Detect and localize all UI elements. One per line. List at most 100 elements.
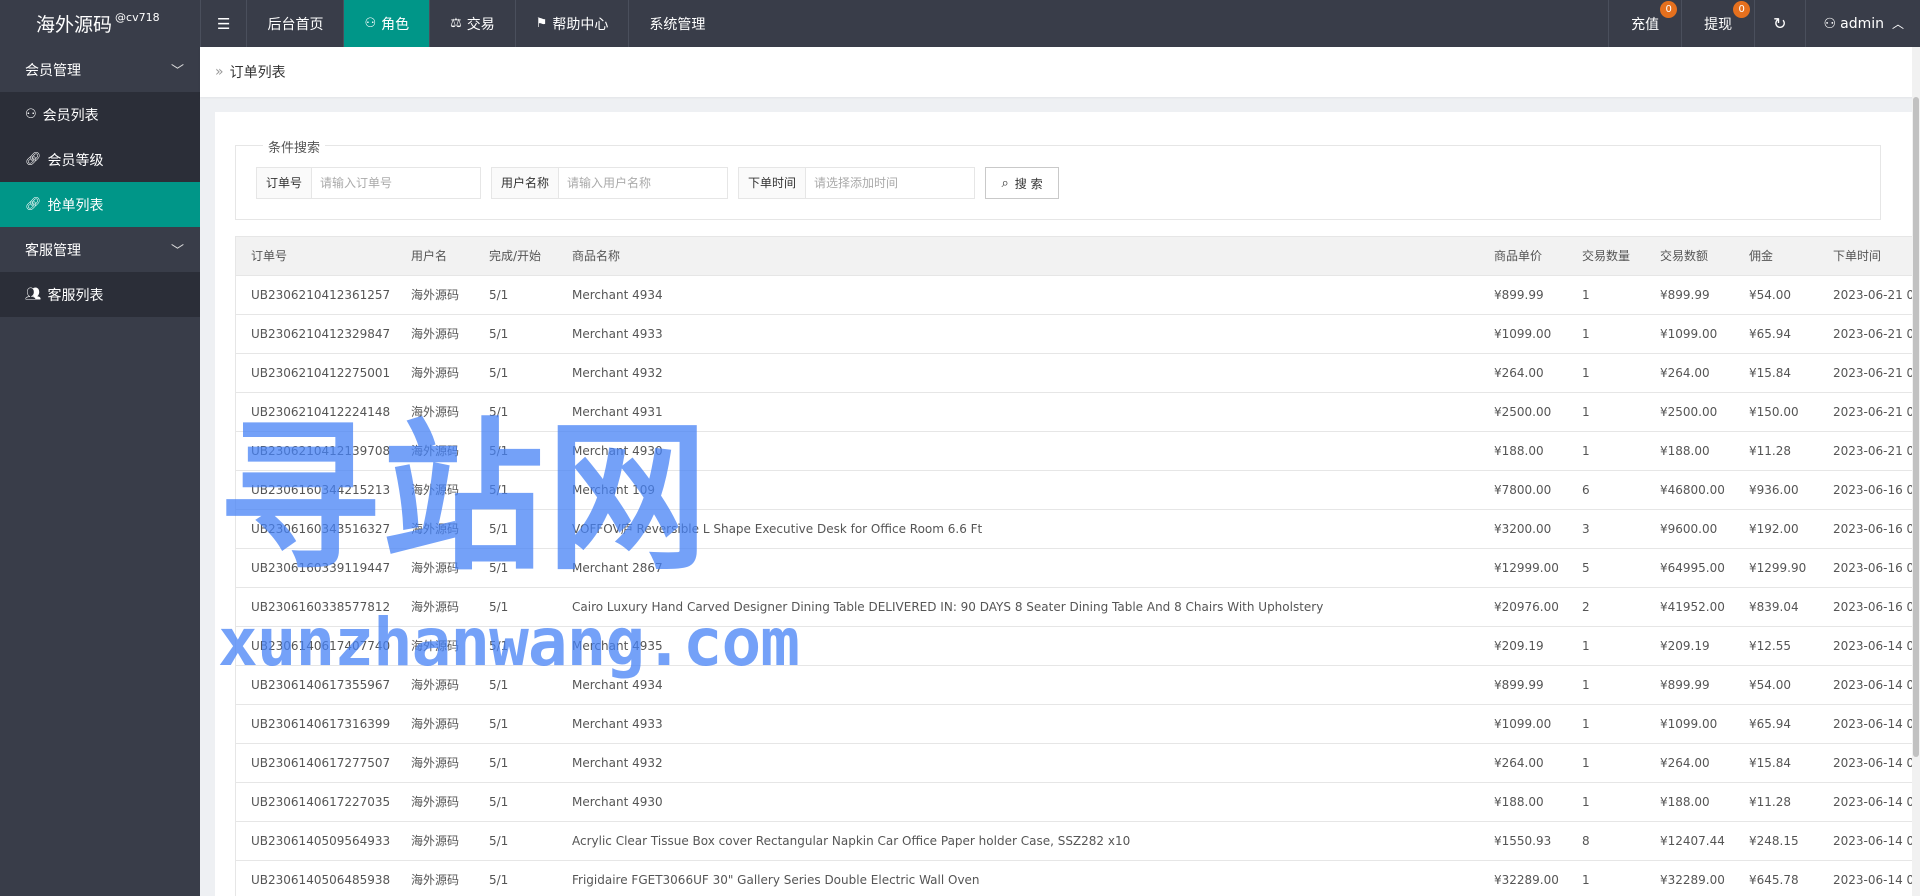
- cell-product: Merchant 4932: [557, 743, 1479, 783]
- col-header-order-time[interactable]: 下单时间: [1818, 237, 1920, 276]
- order-no-input[interactable]: [312, 167, 482, 199]
- table-row[interactable]: UB2306210412329847 海外源码 5/1 Merchant 4933 ¥1…: [236, 314, 1920, 354]
- cell-quantity: 1: [1567, 275, 1645, 315]
- table-row[interactable]: UB2306140506485938 海外源码 5/1 Frigidaire FGET…: [236, 860, 1920, 896]
- chevron-down-icon: ﹀: [170, 244, 184, 259]
- cell-unit-price: ¥32289.00: [1479, 860, 1567, 896]
- recharge-label: 充值: [1631, 16, 1660, 33]
- nav-trade[interactable]: ⚖ 交易: [429, 0, 515, 47]
- cell-progress: 5/1: [474, 275, 557, 315]
- col-header-progress[interactable]: 完成/开始: [474, 237, 557, 276]
- sidebar-group-members[interactable]: 会员管理 ﹀: [0, 47, 200, 92]
- cell-quantity: 2: [1567, 587, 1645, 627]
- cell-commission: ¥15.84: [1734, 743, 1818, 783]
- cell-quantity: 3: [1567, 509, 1645, 549]
- cell-amount: ¥32289.00: [1645, 860, 1734, 896]
- user-icon: ⚇: [25, 107, 37, 122]
- cell-commission: ¥839.04: [1734, 587, 1818, 627]
- username-group: 用户名称: [491, 167, 729, 199]
- cell-commission: ¥936.00: [1734, 470, 1818, 510]
- sidebar-item-label: 会员列表: [42, 107, 99, 124]
- refresh-button[interactable]: ↻: [1754, 0, 1804, 47]
- cell-amount: ¥1099.00: [1645, 704, 1734, 744]
- cell-amount: ¥9600.00: [1645, 509, 1734, 549]
- users-icon: 👥︎: [25, 287, 42, 302]
- cell-amount: ¥209.19: [1645, 626, 1734, 666]
- table-row[interactable]: UB2306140617316399 海外源码 5/1 Merchant 4933 ¥1…: [236, 704, 1920, 744]
- col-header-quantity[interactable]: 交易数量: [1567, 237, 1645, 276]
- table-row[interactable]: UB2306140509564933 海外源码 5/1 Acrylic Clear T…: [236, 821, 1920, 861]
- cell-order-no: UB2306140506485938: [236, 860, 396, 896]
- recharge-button[interactable]: 充值 0: [1608, 0, 1681, 47]
- logo-sup: @cv718: [115, 11, 160, 24]
- col-header-commission[interactable]: 佣金: [1734, 237, 1818, 276]
- search-row: 订单号 用户名称 下单时间 ⌕ 搜 索: [256, 167, 1060, 199]
- table-row[interactable]: UB2306140617227035 海外源码 5/1 Merchant 4930 ¥1…: [236, 782, 1920, 822]
- nav-help-label: 帮助中心: [552, 16, 609, 33]
- withdraw-button[interactable]: 提现 0: [1681, 0, 1754, 47]
- logo[interactable]: 海外源码 @cv718: [0, 0, 200, 47]
- nav-help[interactable]: ⚑ 帮助中心: [514, 0, 629, 47]
- sidebar-item-order-list[interactable]: 🔗︎ 抢单列表: [0, 182, 200, 227]
- order-time-group: 下单时间: [738, 167, 976, 199]
- cell-commission: ¥65.94: [1734, 314, 1818, 354]
- cell-quantity: 1: [1567, 665, 1645, 705]
- cell-amount: ¥41952.00: [1645, 587, 1734, 627]
- breadcrumb: » 订单列表: [200, 47, 1920, 97]
- username-input[interactable]: [559, 167, 729, 199]
- cell-order-no: UB2306140617227035: [236, 782, 396, 822]
- cell-username: 海外源码: [396, 275, 474, 315]
- logo-text: 海外源码: [36, 14, 113, 36]
- page-scrollbar[interactable]: [1912, 47, 1920, 896]
- table-row[interactable]: UB2306210412361257 海外源码 5/1 Merchant 4934 ¥8…: [236, 275, 1920, 315]
- user-menu[interactable]: ⚇ admin ︿: [1804, 0, 1920, 47]
- cell-unit-price: ¥1550.93: [1479, 821, 1567, 861]
- nav-home[interactable]: 后台首页: [246, 0, 343, 47]
- table-row[interactable]: UB2306210412275001 海外源码 5/1 Merchant 4932 ¥2…: [236, 353, 1920, 393]
- cell-order-time: 2023-06-21 04:12: [1818, 353, 1920, 393]
- table-row[interactable]: UB2306140617277507 海外源码 5/1 Merchant 4932 ¥2…: [236, 743, 1920, 783]
- cell-order-time: 2023-06-21 04:12: [1818, 275, 1920, 315]
- cell-order-time: 2023-06-14 06:17: [1818, 743, 1920, 783]
- cell-progress: 5/1: [474, 704, 557, 744]
- col-header-order-no[interactable]: 订单号: [236, 237, 396, 276]
- search-button[interactable]: ⌕ 搜 索: [985, 167, 1060, 199]
- sidebar-group-label: 客服管理: [25, 242, 81, 259]
- cell-unit-price: ¥899.99: [1479, 275, 1567, 315]
- scrollbar-thumb[interactable]: [1913, 97, 1919, 757]
- cell-unit-price: ¥7800.00: [1479, 470, 1567, 510]
- cell-unit-price: ¥1099.00: [1479, 314, 1567, 354]
- nav-trade-label: 交易: [466, 16, 495, 33]
- cell-username: 海外源码: [396, 353, 474, 393]
- cell-commission: ¥192.00: [1734, 509, 1818, 549]
- cell-product: Merchant 4934: [557, 275, 1479, 315]
- order-no-group: 订单号: [256, 167, 482, 199]
- cell-amount: ¥2500.00: [1645, 392, 1734, 432]
- cell-progress: 5/1: [474, 860, 557, 896]
- cell-product: Merchant 4933: [557, 314, 1479, 354]
- cell-order-time: 2023-06-14 05:09: [1818, 821, 1920, 861]
- col-header-product[interactable]: 商品名称: [557, 237, 1479, 276]
- col-header-username[interactable]: 用户名: [396, 237, 474, 276]
- nav-role[interactable]: ⚇ 角色: [343, 0, 430, 47]
- cell-quantity: 1: [1567, 626, 1645, 666]
- sidebar-item-service-list[interactable]: 👥︎ 客服列表: [0, 272, 200, 317]
- withdraw-badge: 0: [1733, 1, 1751, 18]
- cell-quantity: 1: [1567, 431, 1645, 471]
- col-header-unit-price[interactable]: 商品单价: [1479, 237, 1567, 276]
- cell-unit-price: ¥3200.00: [1479, 509, 1567, 549]
- menu-toggle-button[interactable]: ☰: [200, 0, 246, 47]
- col-header-amount[interactable]: 交易数额: [1645, 237, 1734, 276]
- nav-system[interactable]: 系统管理: [628, 0, 725, 47]
- sidebar-item-member-level[interactable]: 🔗︎ 会员等级: [0, 137, 200, 182]
- nav-home-label: 后台首页: [267, 16, 324, 33]
- order-time-input[interactable]: [806, 167, 976, 199]
- cell-unit-price: ¥188.00: [1479, 782, 1567, 822]
- sidebar-group-service[interactable]: 客服管理 ﹀: [0, 227, 200, 272]
- cell-commission: ¥15.84: [1734, 353, 1818, 393]
- sidebar-item-member-list[interactable]: ⚇ 会员列表: [0, 92, 200, 137]
- search-legend: 条件搜索: [263, 137, 326, 156]
- cell-order-no: UB2306140509564933: [236, 821, 396, 861]
- cell-username: 海外源码: [396, 860, 474, 896]
